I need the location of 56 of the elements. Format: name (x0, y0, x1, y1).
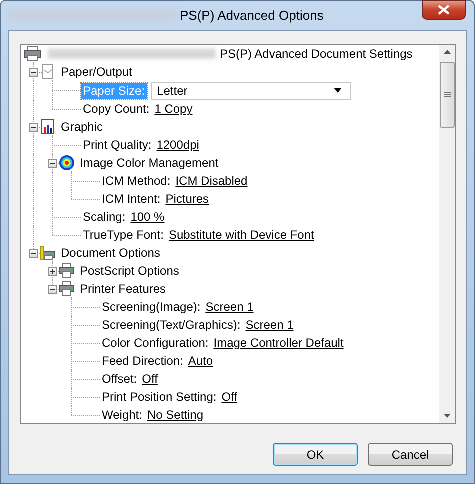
setting-value-link[interactable]: 100 % (130, 210, 165, 224)
tree-group-label[interactable]: PostScript Options (78, 263, 182, 279)
setting-label[interactable]: Weight: (100, 407, 144, 423)
setting-value-link[interactable]: Off (142, 372, 158, 386)
setting-value-link[interactable]: Substitute with Device Font (168, 228, 314, 242)
collapse-toggle[interactable] (48, 158, 57, 168)
setting-value-link[interactable]: ICM Disabled (176, 174, 248, 188)
setting-label[interactable]: Feed Direction: (100, 353, 186, 369)
expand-toggle[interactable] (48, 266, 57, 276)
setting-label[interactable]: TrueType Font: (81, 227, 166, 243)
setting-label[interactable]: Print Position Setting: (100, 389, 219, 405)
setting-label[interactable]: Copy Count: (81, 101, 152, 117)
plus-icon (49, 268, 56, 274)
setting-label[interactable]: ICM Intent: (100, 191, 163, 207)
tree-group-label[interactable]: Paper/Output (59, 64, 134, 80)
setting-label[interactable]: ICM Method: (100, 173, 173, 189)
setting-label[interactable]: Print Quality: (81, 137, 154, 153)
tree-group-label[interactable]: Printer Features (78, 281, 168, 297)
setting-value-link[interactable]: Image Controller Default (214, 336, 344, 350)
setting-value-link[interactable]: 1 Copy (154, 102, 193, 116)
printer-icon (59, 281, 75, 297)
printer-icon (59, 263, 75, 279)
collapse-toggle[interactable] (29, 122, 38, 132)
tree-root-label: PS(P) Advanced Document Settings (220, 47, 413, 61)
setting-label[interactable]: Color Configuration: (100, 335, 211, 351)
printer-wrench-icon (40, 245, 56, 261)
tree-group-label[interactable]: Image Color Management (78, 155, 221, 171)
setting-value-link[interactable]: Off (222, 390, 238, 404)
setting-value-link[interactable]: Screen 1 (206, 300, 254, 314)
scroll-up-icon[interactable] (444, 50, 450, 54)
close-button[interactable] (422, 0, 466, 20)
collapse-toggle[interactable] (29, 248, 38, 258)
ok-button[interactable]: OK (273, 443, 358, 466)
window-title: PS(P) Advanced Options (180, 8, 324, 23)
vertical-scrollbar[interactable] (439, 45, 455, 423)
setting-value-link[interactable]: Auto (188, 354, 214, 368)
setting-label[interactable]: Screening(Image): (100, 299, 203, 315)
color-target-icon (59, 155, 75, 171)
scroll-down-icon[interactable] (444, 414, 450, 418)
collapse-toggle[interactable] (48, 284, 57, 294)
paper-size-dropdown[interactable]: Letter (151, 82, 352, 100)
tree-group-label[interactable]: Graphic (59, 119, 106, 135)
chart-icon (40, 119, 56, 135)
setting-label[interactable]: Screening(Text/Graphics): (100, 317, 243, 333)
caret-icon (334, 88, 342, 93)
collapse-toggle[interactable] (29, 68, 38, 76)
setting-value-link[interactable]: 1200dpi (156, 138, 200, 152)
setting-value-link[interactable]: Pictures (166, 192, 210, 206)
cancel-button[interactable]: Cancel (368, 443, 453, 466)
setting-value-link[interactable]: Screen 1 (246, 318, 294, 332)
setting-label[interactable]: Offset: (100, 371, 140, 387)
tree-group-label[interactable]: Document Options (59, 245, 162, 261)
close-icon (438, 5, 450, 15)
scrollbar-thumb[interactable] (440, 62, 454, 128)
setting-value-link[interactable]: No Setting (147, 408, 204, 422)
setting-label[interactable]: Scaling: (81, 209, 128, 225)
